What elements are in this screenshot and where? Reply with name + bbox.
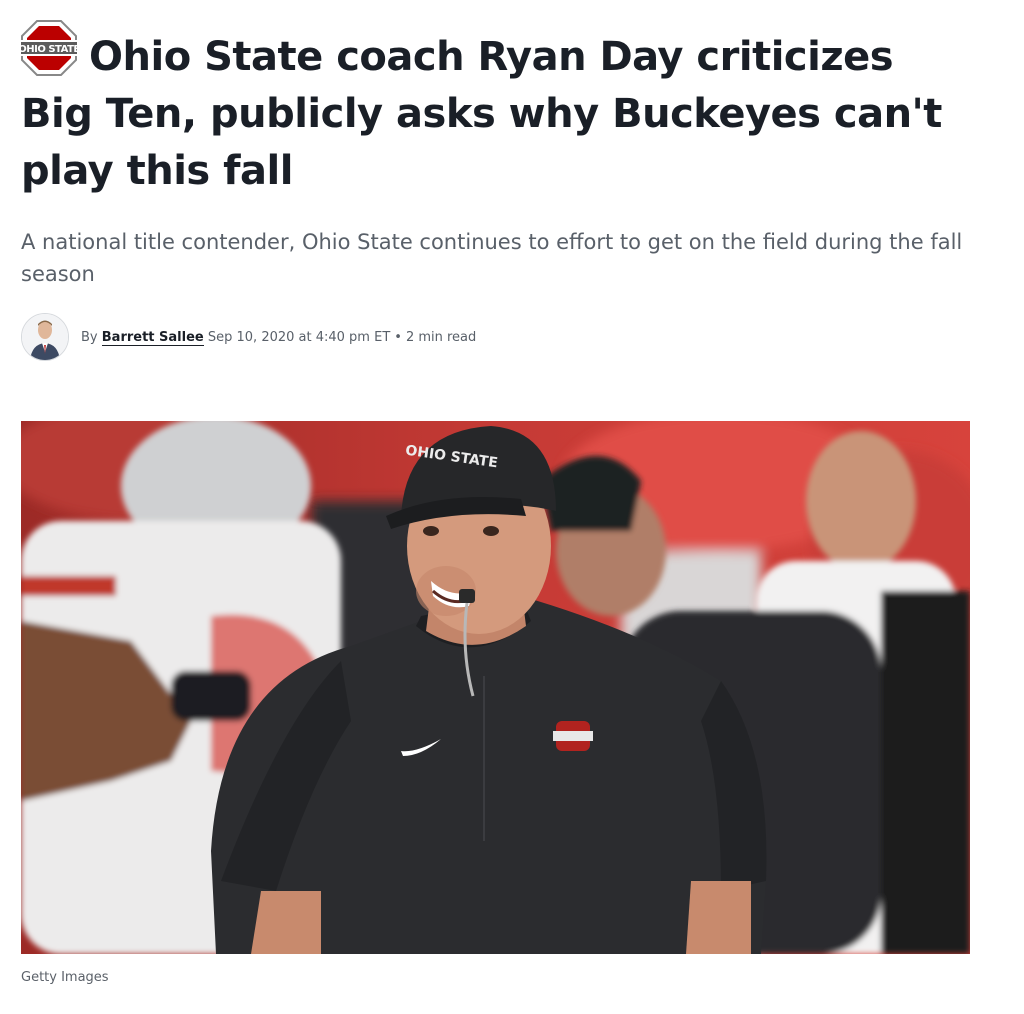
headline-block: OHIO STATE Ohio State coach Ryan Day cri…: [21, 20, 971, 200]
article-dek: A national title contender, Ohio State c…: [21, 230, 963, 286]
ohio-state-logo-icon[interactable]: OHIO STATE: [21, 20, 77, 76]
publish-date: Sep 10, 2020 at 4:40 pm ET: [207, 329, 391, 345]
byline-prefix: By: [81, 329, 98, 345]
byline: By Barrett Sallee Sep 10, 2020 at 4:40 p…: [21, 312, 971, 362]
read-time: 2 min read: [405, 329, 477, 345]
hero-photo-image: OHIO STATE: [21, 421, 970, 954]
photo-credit: Getty Images: [21, 970, 109, 985]
article-header: OHIO STATE Ohio State coach Ryan Day cri…: [21, 20, 971, 362]
byline-separator: •: [394, 329, 402, 345]
svg-text:OHIO STATE: OHIO STATE: [21, 44, 77, 55]
author-link[interactable]: Barrett Sallee: [101, 329, 204, 346]
hero-photo: OHIO STATE: [21, 421, 970, 954]
author-avatar-image: [22, 314, 68, 360]
author-avatar[interactable]: [21, 313, 69, 361]
headline-text: Ohio State coach Ryan Day criticizes Big…: [21, 34, 942, 194]
byline-text: By Barrett Sallee Sep 10, 2020 at 4:40 p…: [81, 329, 477, 346]
